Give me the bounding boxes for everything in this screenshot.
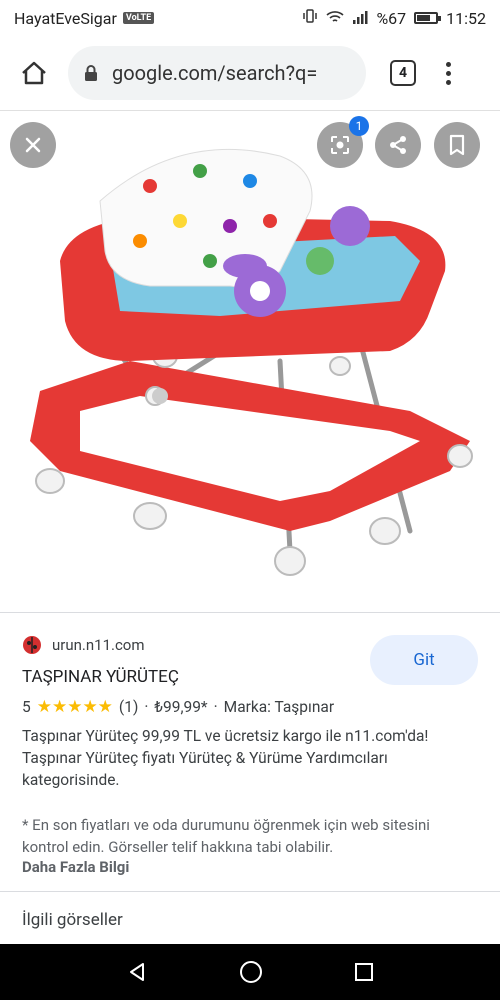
lens-icon <box>331 136 349 154</box>
battery-percent: %67 <box>376 8 407 28</box>
share-icon <box>390 136 406 154</box>
separator-dot: · <box>213 698 218 716</box>
wifi-icon <box>326 9 344 28</box>
lens-badge: 1 <box>349 116 369 136</box>
separator-dot: · <box>144 698 149 716</box>
battery-icon <box>414 12 442 24</box>
home-nav-icon[interactable] <box>239 960 263 984</box>
result-card: urun.n11.com Git TAŞPINAR YÜRÜTEÇ 5 ★★★★… <box>0 612 500 944</box>
product-image[interactable] <box>0 111 500 611</box>
more-info-link[interactable]: Daha Fazla Bilgi <box>22 858 129 876</box>
rating-stars: ★★★★★ <box>36 697 113 717</box>
carrier-name: HayatEveSigar <box>14 8 117 28</box>
disclaimer-note: * En son fiyatları ve oda durumunu öğren… <box>22 816 430 856</box>
share-button[interactable] <box>375 122 421 168</box>
browser-toolbar: google.com/search?q= 4 <box>0 40 500 106</box>
close-button[interactable] <box>10 122 56 168</box>
review-count: (1) <box>118 698 139 716</box>
overflow-menu-button[interactable] <box>446 61 451 85</box>
save-button[interactable] <box>434 122 480 168</box>
source-row[interactable]: urun.n11.com <box>22 635 145 655</box>
volte-badge: VoLTE <box>122 12 155 24</box>
home-icon <box>22 61 46 85</box>
status-bar: HayatEveSigar VoLTE %67 11:52 <box>0 0 500 36</box>
lens-button[interactable]: 1 <box>317 116 369 168</box>
recents-icon[interactable] <box>354 962 374 982</box>
url-field[interactable]: google.com/search?q= <box>68 46 366 100</box>
tab-switcher-button[interactable]: 4 <box>390 60 416 86</box>
rating-value: 5 <box>22 698 31 716</box>
section-divider <box>0 891 500 892</box>
home-button[interactable] <box>14 53 54 93</box>
bookmark-icon <box>449 134 465 156</box>
rating-row: 5 ★★★★★ (1) · ₺99,99* · Marka: Taşpınar <box>22 697 334 717</box>
result-title[interactable]: TAŞPINAR YÜRÜTEÇ <box>22 667 179 687</box>
close-icon <box>25 137 41 153</box>
lock-icon <box>85 65 97 81</box>
back-icon[interactable] <box>126 961 148 983</box>
visit-button[interactable]: Git <box>370 635 478 685</box>
system-nav-bar <box>0 944 500 1000</box>
image-viewer: 1 <box>0 111 500 611</box>
brand: Marka: Taşpınar <box>223 698 335 716</box>
related-images-heading: İlgili görseller <box>22 910 123 930</box>
price: ₺99,99* <box>154 698 208 716</box>
result-description: Taşpınar Yürüteç 99,99 TL ve ücretsiz ka… <box>22 727 429 789</box>
site-favicon-icon <box>23 636 41 654</box>
url-text: google.com/search?q= <box>112 61 318 85</box>
clock: 11:52 <box>446 8 486 28</box>
vibrate-icon <box>302 8 318 28</box>
signal-icon <box>352 9 368 28</box>
source-domain: urun.n11.com <box>52 636 145 654</box>
